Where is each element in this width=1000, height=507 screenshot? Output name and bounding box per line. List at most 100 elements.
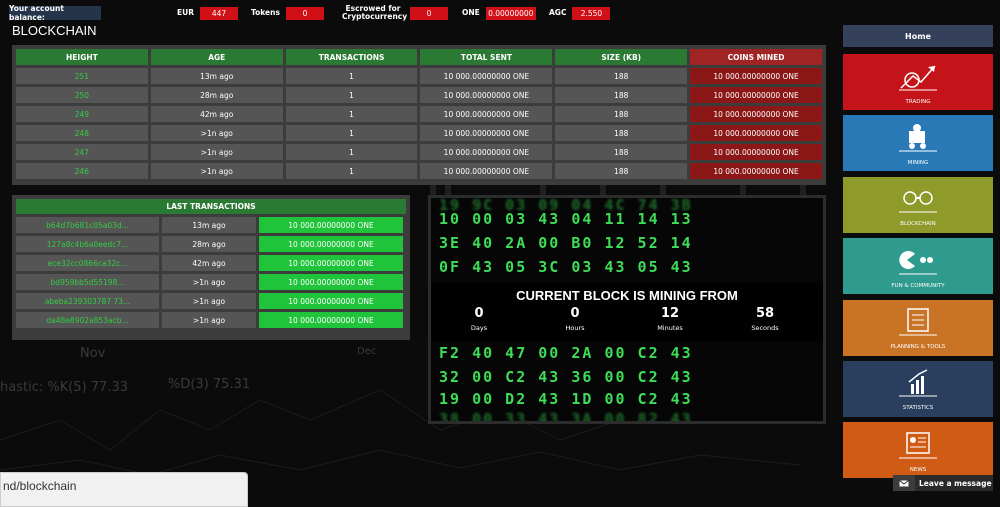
nav-tile-planning-tools[interactable]: PLANNING & TOOLS <box>843 299 993 356</box>
transaction-age: 13m ago <box>162 217 256 233</box>
transaction-hash-link[interactable]: abeba239303787 73... <box>16 293 159 309</box>
transaction-hash-link[interactable]: da48e8902a853acb... <box>16 312 159 328</box>
transaction-hash-link[interactable]: bd959bb5d55198... <box>16 274 159 290</box>
table-cell: 1 <box>285 106 418 122</box>
table-cell: 188 <box>555 125 688 141</box>
countdown-value: 12 <box>660 306 680 321</box>
hex-line: 38 00 33 43 3A 00 82 43 <box>439 410 693 421</box>
block-height-link[interactable]: 248 <box>16 125 148 141</box>
table-cell: 10 000.00000000 ONE <box>420 125 553 141</box>
transaction-age: >1n ago <box>162 293 256 309</box>
table-row: 246 >1n ago 1 10 000.00000000 ONE 188 10 000.… <box>16 163 822 179</box>
stat-label: ONE <box>462 8 480 17</box>
table-cell: 188 <box>555 106 688 122</box>
nav-tile-label: BLOCKCHAIN <box>900 221 936 228</box>
transaction-hash-link[interactable]: ece32cc0866ca32c... <box>16 255 159 271</box>
table-cell: >1n ago <box>150 163 283 179</box>
table-row: 247 >1n ago 1 10 000.00000000 ONE 188 10 000.… <box>16 144 822 160</box>
table-cell: 13m ago <box>150 68 283 84</box>
table-cell: 10 000.00000000 ONE <box>420 87 553 103</box>
table-cell: 1 <box>285 125 418 141</box>
transaction-amount: 10 000.00000000 ONE <box>259 255 403 271</box>
countdown-hours: 0 Hours <box>545 306 605 332</box>
nav-tile-statistics[interactable]: STATISTICS <box>843 360 993 417</box>
table-row: 250 28m ago 1 10 000.00000000 ONE 188 10 000.… <box>16 87 822 103</box>
nav-tile-news[interactable]: NEWS <box>843 422 993 479</box>
hex-line: 32 00 C2 43 36 00 C2 43 <box>439 368 693 386</box>
stat-label: AGC <box>549 8 567 17</box>
table-cell: 28m ago <box>150 87 283 103</box>
envelope-icon <box>893 475 915 491</box>
transaction-row: da48e8902a853acb... >1n ago 10 000.0000000… <box>16 312 406 328</box>
block-height-link[interactable]: 246 <box>16 163 148 179</box>
block-height-link[interactable]: 247 <box>16 144 148 160</box>
nav-tile-label: FUN & COMMUNITY <box>891 282 945 289</box>
table-cell: 10 000.00000000 ONE <box>420 68 553 84</box>
stat-agc: AGC 2.550 <box>549 6 611 20</box>
stat-value: 447 <box>200 6 238 20</box>
stat-value: 0 <box>285 6 324 20</box>
leave-message-button[interactable]: Leave a message <box>893 475 993 491</box>
mining-icon <box>897 121 939 157</box>
transaction-age: >1n ago <box>162 312 256 328</box>
table-cell: 188 <box>555 163 688 179</box>
block-height-link[interactable]: 249 <box>16 106 148 122</box>
stat-tokens: Tokens 0 <box>251 6 324 20</box>
transaction-amount: 10 000.00000000 ONE <box>259 236 403 252</box>
column-header-height: HEIGHT <box>16 49 148 65</box>
table-cell: 10 000.00000000 ONE <box>690 68 822 84</box>
table-cell: 1 <box>285 87 418 103</box>
table-row: 249 42m ago 1 10 000.00000000 ONE 188 10 000.… <box>16 106 822 122</box>
nav-tile-mining[interactable]: MINING <box>843 115 993 172</box>
countdown-label: Days <box>470 324 488 332</box>
stat-label: EUR <box>177 8 194 17</box>
transaction-amount: 10 000.00000000 ONE <box>259 217 403 233</box>
countdown-value: 0 <box>570 306 580 321</box>
main-nav: Home TRADING MINING BLOCKCHAIN FUN & COMMUN… <box>843 25 993 484</box>
hex-line: F2 40 47 00 2A 00 C2 43 <box>439 344 693 362</box>
table-cell: 10 000.00000000 ONE <box>690 87 822 103</box>
hex-line: 10 00 03 43 04 11 14 13 <box>439 210 693 228</box>
block-height-link[interactable]: 250 <box>16 87 148 103</box>
transaction-hash-link[interactable]: b64d7b681c05a03d... <box>16 217 159 233</box>
table-cell: 188 <box>555 68 688 84</box>
transaction-row: bd959bb5d55198... >1n ago 10 000.00000000 … <box>16 274 406 290</box>
table-cell: 1 <box>285 68 418 84</box>
leave-message-label: Leave a message <box>919 478 992 488</box>
table-cell: 10 000.00000000 ONE <box>690 163 822 179</box>
account-balance-label: Your account balance: <box>9 4 101 22</box>
bg-indicator-k: hastic: %K(5) 77.33 <box>0 380 128 395</box>
status-url-bar: nd/blockchain <box>0 472 248 507</box>
mining-panel: 19 9C 03 09 04 4C 74 3B 10 00 03 43 04 1… <box>428 195 826 424</box>
news-icon <box>897 428 939 464</box>
stat-eur: EUR 447 <box>177 6 238 20</box>
countdown-seconds: 58 Seconds <box>735 306 795 332</box>
last-transactions-title: LAST TRANSACTIONS <box>16 199 406 214</box>
table-cell: >1n ago <box>150 125 283 141</box>
transaction-amount: 10 000.00000000 ONE <box>259 293 403 309</box>
transaction-hash-link[interactable]: 127a8c4b6a0eedc7... <box>16 236 159 252</box>
column-header-age: AGE <box>150 49 283 65</box>
nav-tile-blockchain[interactable]: BLOCKCHAIN <box>843 176 993 233</box>
table-cell: 10 000.00000000 ONE <box>690 125 822 141</box>
stat-value: 0.00000000 <box>485 6 536 20</box>
nav-tile-label: STATISTICS <box>902 405 934 412</box>
stat-label: Escrowed for Cryptocurrency <box>342 4 408 21</box>
nav-tile-trading[interactable]: TRADING <box>843 54 993 110</box>
nav-tile-fun-community[interactable]: FUN & COMMUNITY <box>843 238 993 295</box>
nav-home-button[interactable]: Home <box>843 25 993 47</box>
table-cell: 10 000.00000000 ONE <box>690 106 822 122</box>
table-cell: 10 000.00000000 ONE <box>420 144 553 160</box>
mining-hex-animation: 19 9C 03 09 04 4C 74 3B 10 00 03 43 04 1… <box>431 198 823 421</box>
bg-indicator-d: %D(3) 75.31 <box>168 377 251 392</box>
transaction-row: ece32cc0866ca32c... 42m ago 10 000.0000000… <box>16 255 406 271</box>
page-title: BLOCKCHAIN <box>12 23 97 38</box>
block-height-link[interactable]: 251 <box>16 68 148 84</box>
statistics-icon <box>897 366 939 402</box>
last-transactions-panel: LAST TRANSACTIONS b64d7b681c05a03d... 13m… <box>12 195 410 340</box>
transaction-row: abeba239303787 73... >1n ago 10 000.000000… <box>16 293 406 309</box>
hex-line: 3E 40 2A 00 B0 12 52 14 <box>439 234 693 252</box>
blockchain-icon <box>897 182 939 218</box>
transaction-row: 127a8c4b6a0eedc7... 28m ago 10 000.0000000… <box>16 236 406 252</box>
table-cell: >1n ago <box>150 144 283 160</box>
